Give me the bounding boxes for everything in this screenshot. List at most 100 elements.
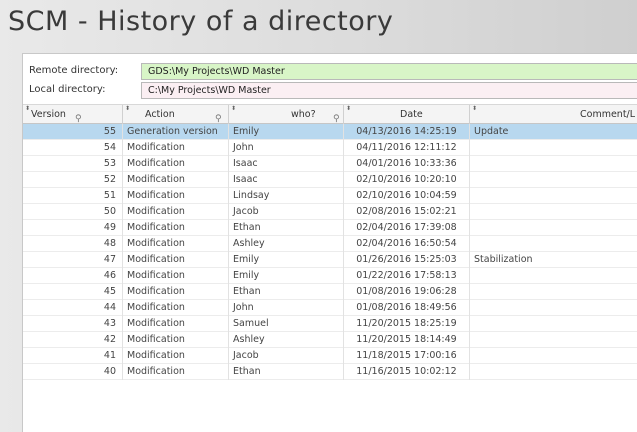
table-row[interactable]: 53 Modification Isaac 04/01/2016 10:33:36 [23,156,637,172]
cell-version: 48 [23,236,123,252]
cell-version: 49 [23,220,123,236]
table-row[interactable]: 48 Modification Ashley 02/04/2016 16:50:54 [23,236,637,252]
table-row[interactable]: 41 Modification Jacob 11/18/2015 17:00:16 [23,348,637,364]
remote-directory-field[interactable]: GDS:\My Projects\WD Master [141,63,637,80]
table-row[interactable]: 54 Modification John 04/11/2016 12:11:12 [23,140,637,156]
table-row[interactable]: 51 Modification Lindsay 02/10/2016 10:04:59 [23,188,637,204]
table-row[interactable]: 40 Modification Ethan 11/16/2015 10:02:12 [23,364,637,380]
table-row[interactable]: 50 Modification Jacob 02/08/2016 15:02:21 [23,204,637,220]
cell-action: Generation version [123,124,229,140]
cell-comment [470,204,637,220]
cell-action: Modification [123,236,229,252]
sort-icon[interactable]: ⬍ [25,105,30,112]
cell-version: 43 [23,316,123,332]
cell-who: Emily [229,124,344,140]
cell-action: Modification [123,172,229,188]
cell-comment [470,236,637,252]
cell-action: Modification [123,364,229,380]
cell-date: 02/08/2016 15:02:21 [344,204,470,220]
search-icon[interactable]: ⚲ [75,114,82,124]
cell-version: 46 [23,268,123,284]
cell-who: Ashley [229,236,344,252]
table-row[interactable]: 43 Modification Samuel 11/20/2015 18:25:19 [23,316,637,332]
search-icon[interactable]: ⚲ [215,114,222,124]
cell-version: 53 [23,156,123,172]
cell-date: 04/11/2016 12:11:12 [344,140,470,156]
cell-version: 41 [23,348,123,364]
cell-date: 02/10/2016 10:04:59 [344,188,470,204]
cell-comment: Update [474,126,509,137]
cell-who: Isaac [229,156,344,172]
column-header-action[interactable]: ⬍ Action ⚲ [123,105,229,125]
sort-icon[interactable]: ⬍ [231,105,236,112]
cell-action: Modification [123,300,229,316]
search-icon[interactable]: ⚲ [333,114,340,124]
cell-action: Modification [123,268,229,284]
column-header-who[interactable]: ⬍ who? ⚲ [229,105,344,125]
cell-action: Modification [123,316,229,332]
cell-comment [470,220,637,236]
cell-comment [470,332,637,348]
cell-date: 04/01/2016 10:33:36 [344,156,470,172]
column-header-date[interactable]: ⬍ Date [344,105,470,125]
table-row[interactable]: 49 Modification Ethan 02/04/2016 17:39:08 [23,220,637,236]
table-row[interactable]: 46 Modification Emily 01/22/2016 17:58:13 [23,268,637,284]
history-panel: Remote directory: GDS:\My Projects\WD Ma… [22,53,637,432]
cell-version: 52 [23,172,123,188]
cell-date: 01/26/2016 15:25:03 [344,252,470,268]
cell-date: 04/13/2016 14:25:19 [344,124,470,140]
table-row[interactable]: 42 Modification Ashley 11/20/2015 18:14:49 [23,332,637,348]
cell-comment [470,284,637,300]
cell-comment: Stabilization [474,254,533,265]
column-header-version[interactable]: ⬍ Version ⚲ [23,105,123,125]
local-directory-row: Local directory: C:\My Projects\WD Maste… [23,82,637,99]
cell-date: 01/22/2016 17:58:13 [344,268,470,284]
cell-comment [470,348,637,364]
cell-version: 51 [23,188,123,204]
cell-date: 11/20/2015 18:14:49 [344,332,470,348]
local-directory-field[interactable]: C:\My Projects\WD Master [141,82,637,99]
cell-date: 02/10/2016 10:20:10 [344,172,470,188]
cell-date: 11/18/2015 17:00:16 [344,348,470,364]
table-row[interactable]: 55 Generation version Emily 04/13/2016 14:2… [23,124,637,140]
cell-action: Modification [123,204,229,220]
cell-comment [470,316,637,332]
cell-comment [470,172,637,188]
cell-action: Modification [123,188,229,204]
cell-version: 45 [23,284,123,300]
column-header-comment[interactable]: ⬍ Comment/L [470,105,637,125]
sort-icon[interactable]: ⬍ [346,105,351,112]
cell-action: Modification [123,220,229,236]
table-row[interactable]: 52 Modification Isaac 02/10/2016 10:20:10 [23,172,637,188]
table-body: 55 Generation version Emily 04/13/2016 14:2… [23,124,637,380]
cell-date: 02/04/2016 16:50:54 [344,236,470,252]
table-header: ⬍ Version ⚲ ⬍ Action ⚲ ⬍ who? ⚲ ⬍ Date ⬍… [23,104,637,125]
cell-who: Jacob [229,348,344,364]
cell-who: Lindsay [229,188,344,204]
cell-date: 02/04/2016 17:39:08 [344,220,470,236]
cell-comment [470,156,637,172]
table-row[interactable]: 47 Modification Emily 01/26/2016 15:25:03 St… [23,252,637,268]
cell-date: 11/16/2015 10:02:12 [344,364,470,380]
cell-date: 01/08/2016 19:06:28 [344,284,470,300]
cell-who: John [229,300,344,316]
cell-comment [470,140,637,156]
cell-who: John [229,140,344,156]
sort-icon[interactable]: ⬍ [125,105,130,112]
window-title: SCM - History of a directory [8,6,394,37]
table-row[interactable]: 44 Modification John 01/08/2016 18:49:56 [23,300,637,316]
cell-version: 40 [23,364,123,380]
cell-action: Modification [123,332,229,348]
cell-date: 11/20/2015 18:25:19 [344,316,470,332]
cell-who: Ethan [229,220,344,236]
cell-version: 42 [23,332,123,348]
table-row[interactable]: 45 Modification Ethan 01/08/2016 19:06:28 [23,284,637,300]
sort-icon[interactable]: ⬍ [472,105,477,112]
cell-who: Isaac [229,172,344,188]
cell-version: 44 [23,300,123,316]
cell-action: Modification [123,156,229,172]
cell-who: Samuel [229,316,344,332]
history-table: ⬍ Version ⚲ ⬍ Action ⚲ ⬍ who? ⚲ ⬍ Date ⬍… [23,104,637,380]
cell-version: 47 [23,252,123,268]
local-directory-label: Local directory: [29,84,106,95]
